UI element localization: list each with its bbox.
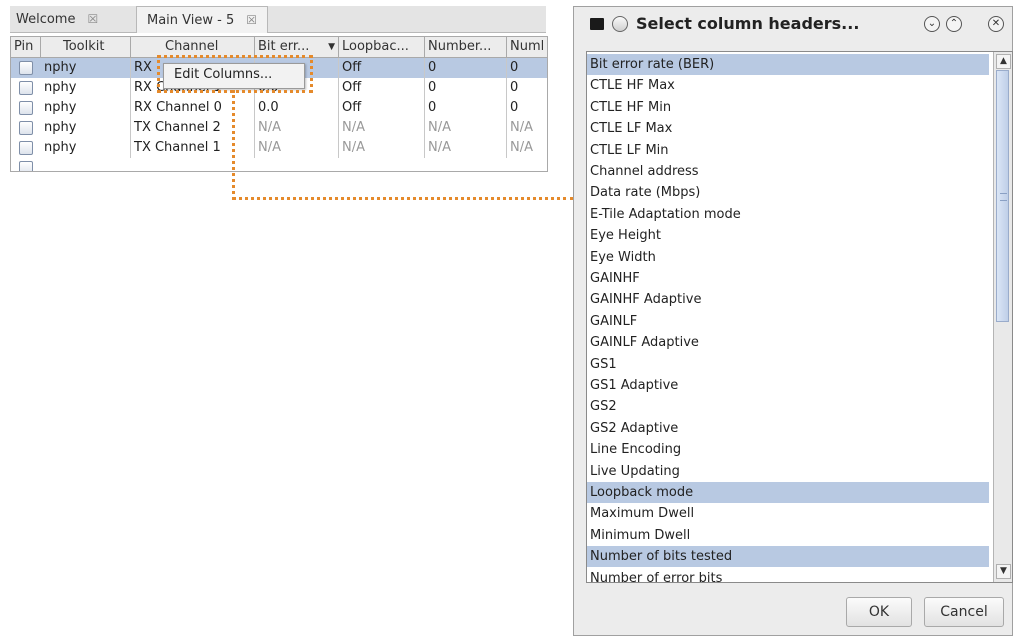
list-item[interactable]: Maximum Dwell (587, 503, 989, 524)
pin-checkbox[interactable] (19, 61, 33, 75)
table-row[interactable]: nphy TX Channel 2 N/A N/A N/A N/A (11, 118, 547, 138)
select-columns-dialog: Select column headers... ⌄ ⌃ ✕ Bit error… (573, 6, 1013, 636)
callout-connector-line (232, 197, 574, 200)
cell-ber: N/A (255, 118, 339, 138)
cell-number-2: 0 (510, 100, 519, 115)
window-circle-icon[interactable] (612, 16, 628, 32)
list-item[interactable]: Live Updating (587, 461, 989, 482)
cell-number-2: 0 (510, 60, 519, 75)
col-header-toolkit[interactable]: Toolkit (41, 37, 131, 57)
cell-toolkit: nphy (41, 138, 131, 158)
table-row[interactable]: nphy RX Channel 0 0.0 Off 0 0 (11, 98, 547, 118)
editor-tab-bar: Welcome ☒ Main View - 5 ☒ (10, 6, 546, 33)
column-list[interactable]: Bit error rate (BER) CTLE HF Max CTLE HF M… (586, 51, 1013, 583)
scroll-up-icon[interactable]: ▲ (996, 54, 1011, 69)
list-item[interactable]: Data rate (Mbps) (587, 182, 989, 203)
tab-welcome[interactable]: Welcome ☒ (16, 6, 98, 32)
cell-loopback: Off (339, 78, 425, 98)
cell-channel: TX Channel 2 (131, 118, 255, 138)
cell-number-2: N/A (510, 140, 533, 155)
cell-number: 0 (425, 78, 507, 98)
list-item[interactable]: Eye Width (587, 247, 989, 268)
table-row[interactable]: nphy TX Channel 1 N/A N/A N/A N/A (11, 138, 547, 158)
list-item[interactable]: Eye Height (587, 225, 989, 246)
tab-close-icon[interactable]: ☒ (87, 12, 98, 26)
list-item[interactable]: GAINHF (587, 268, 989, 289)
maximize-icon[interactable]: ⌃ (946, 16, 962, 32)
cell-ber: N/A (255, 138, 339, 158)
cell-ber: 0.0 (255, 98, 339, 118)
list-item[interactable]: GAINLF Adaptive (587, 332, 989, 353)
ok-button[interactable]: OK (846, 597, 912, 627)
list-item[interactable]: Number of error bits (587, 568, 989, 582)
close-icon[interactable]: ✕ (988, 16, 1004, 32)
cell-number: N/A (425, 118, 507, 138)
cell-toolkit: nphy (41, 118, 131, 138)
col-header-loopback[interactable]: Loopbac... (339, 37, 425, 57)
cell-number: N/A (425, 138, 507, 158)
tab-main-view[interactable]: Main View - 5 ☒ (136, 6, 269, 33)
list-item[interactable]: Loopback mode (587, 482, 989, 503)
list-item[interactable]: Bit error rate (BER) (587, 54, 989, 75)
callout-highlight-box (157, 55, 313, 93)
list-item[interactable]: GAINHF Adaptive (587, 289, 989, 310)
minimize-icon[interactable]: ⌄ (924, 16, 940, 32)
grip-icon (1000, 193, 1007, 201)
cell-number-2: N/A (510, 120, 533, 135)
cell-loopback: N/A (339, 138, 425, 158)
dialog-titlebar[interactable]: Select column headers... ⌄ ⌃ ✕ (574, 7, 1012, 41)
cell-number-2: 0 (510, 80, 519, 95)
list-item[interactable]: CTLE HF Min (587, 97, 989, 118)
scroll-down-icon[interactable]: ▼ (996, 564, 1011, 579)
list-item[interactable]: GS1 Adaptive (587, 375, 989, 396)
vertical-scrollbar[interactable]: ▲ ▼ (993, 52, 1012, 582)
list-item[interactable]: CTLE LF Min (587, 140, 989, 161)
cell-number: 0 (425, 98, 507, 118)
scroll-thumb[interactable] (996, 70, 1009, 322)
callout-connector-line (232, 90, 235, 200)
pin-checkbox[interactable] (19, 121, 33, 135)
list-item[interactable]: Number of bits tested (587, 546, 989, 568)
cell-number: 0 (425, 58, 507, 78)
cancel-button[interactable]: Cancel (924, 597, 1004, 627)
col-header-number[interactable]: Number... (425, 37, 507, 57)
list-item[interactable]: Channel address (587, 161, 989, 182)
col-header-bit-error[interactable]: Bit err... ▼ (255, 37, 339, 57)
list-item[interactable]: GS1 (587, 354, 989, 375)
cell-channel: RX Channel 0 (131, 98, 255, 118)
list-item[interactable]: Minimum Dwell (587, 525, 989, 546)
pin-checkbox[interactable] (19, 141, 33, 155)
dialog-title: Select column headers... (636, 14, 860, 33)
list-item[interactable]: GAINLF (587, 311, 989, 332)
cell-toolkit: nphy (41, 98, 131, 118)
cell-loopback: Off (339, 58, 425, 78)
tab-label: Main View - 5 (147, 13, 235, 28)
col-header-pin[interactable]: Pin (11, 37, 41, 57)
cell-loopback: Off (339, 98, 425, 118)
cell-toolkit: nphy (41, 58, 131, 78)
table-row-partial (11, 158, 547, 171)
pin-checkbox[interactable] (19, 101, 33, 115)
list-item[interactable]: CTLE LF Max (587, 118, 989, 139)
col-header-channel[interactable]: Channel (131, 37, 255, 57)
list-item[interactable]: CTLE HF Max (587, 75, 989, 96)
col-header-label: Bit err... (258, 39, 310, 54)
pin-checkbox[interactable] (19, 161, 33, 171)
list-item[interactable]: GS2 (587, 396, 989, 417)
sort-arrow-icon: ▼ (328, 42, 335, 52)
cell-toolkit: nphy (41, 78, 131, 98)
cell-loopback: N/A (339, 118, 425, 138)
pin-checkbox[interactable] (19, 81, 33, 95)
list-item[interactable]: Line Encoding (587, 439, 989, 460)
window-menu-icon[interactable] (590, 18, 604, 30)
list-item[interactable]: E-Tile Adaptation mode (587, 204, 989, 225)
list-item[interactable]: GS2 Adaptive (587, 418, 989, 439)
tab-label: Welcome (16, 12, 76, 27)
cell-channel: TX Channel 1 (131, 138, 255, 158)
tab-close-icon[interactable]: ☒ (246, 13, 257, 27)
col-header-number-2[interactable]: Numl (507, 37, 547, 57)
